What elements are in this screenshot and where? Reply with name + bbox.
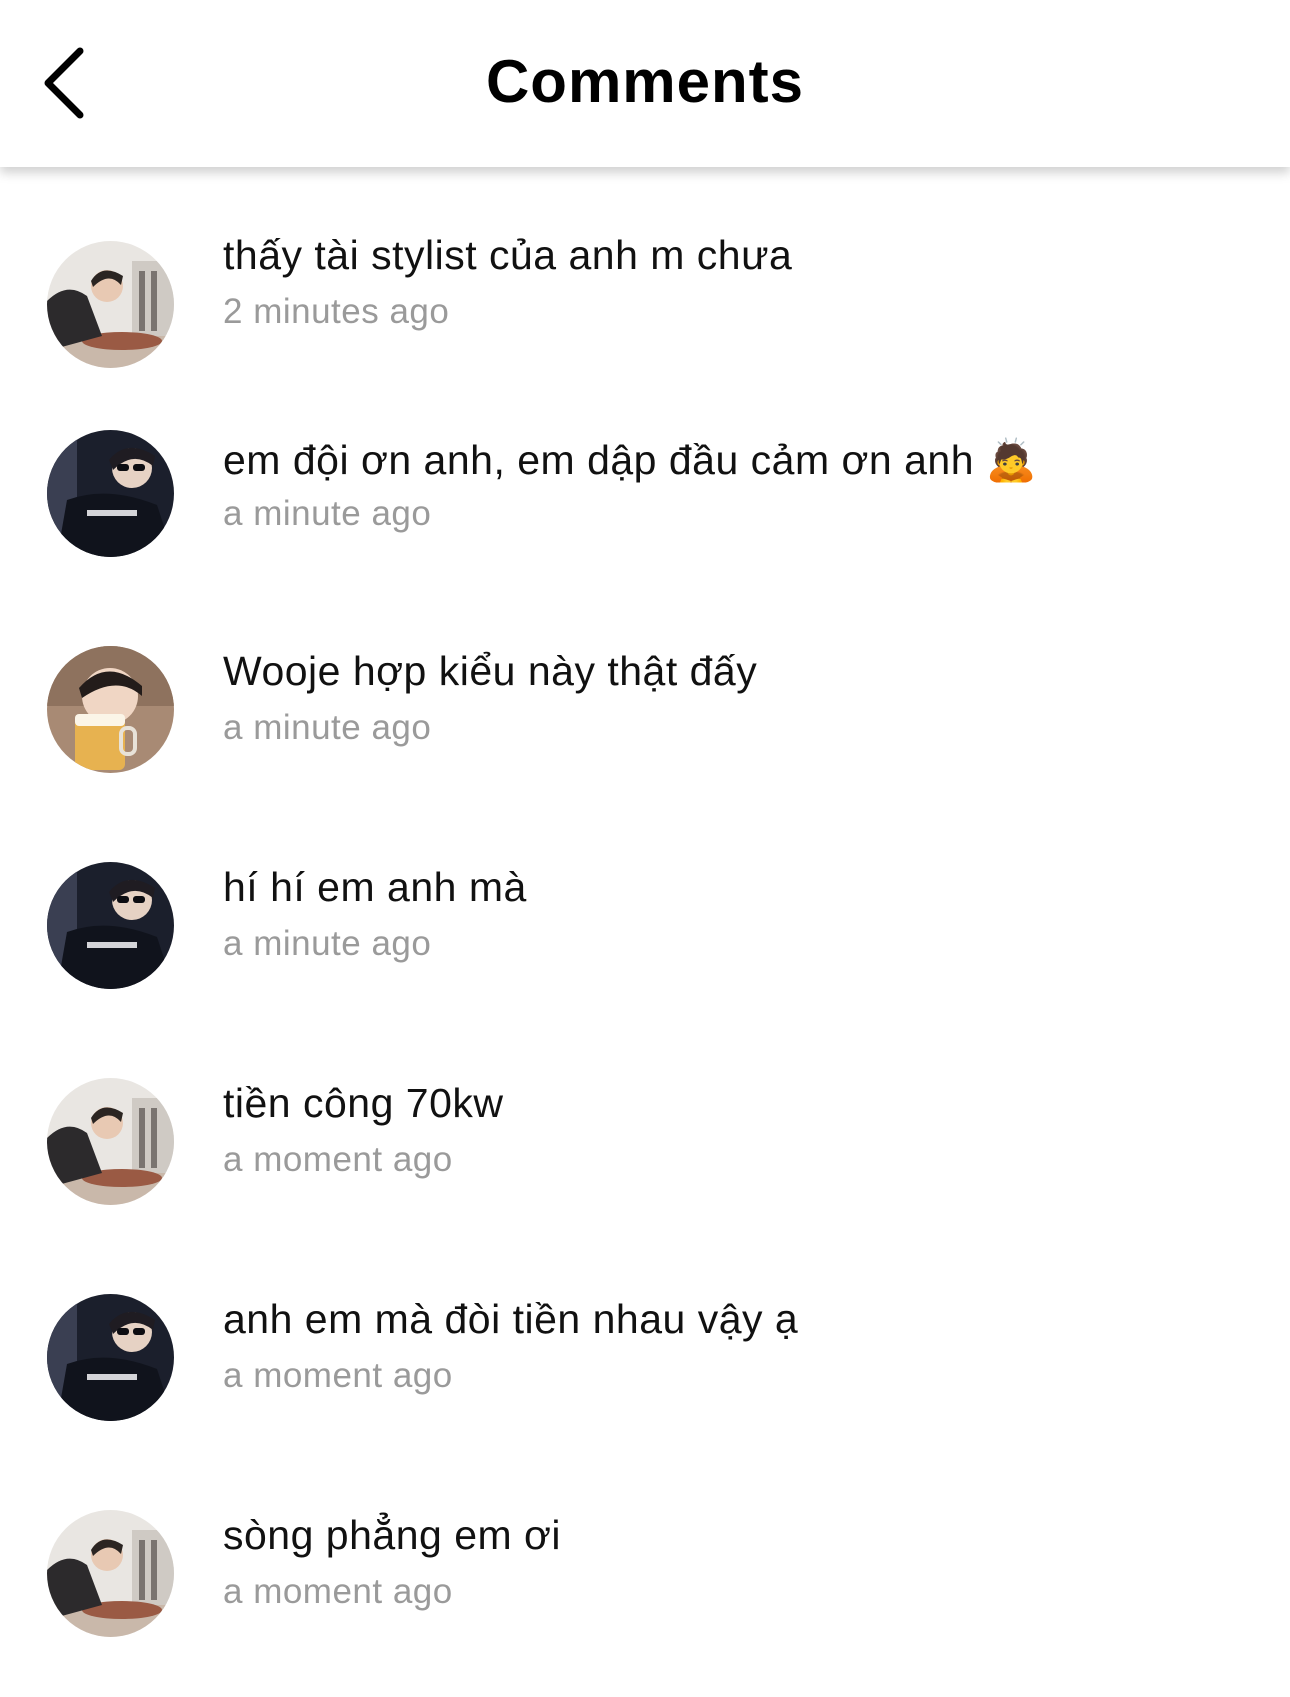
comment-text: thấy tài stylist của anh m chưa — [223, 232, 793, 278]
comment-text: hí hí em anh mà — [223, 864, 527, 910]
avatar[interactable] — [47, 1078, 174, 1205]
comment-timestamp: a moment ago — [223, 1572, 453, 1611]
comment-text: em đội ơn anh, em dập đầu cảm ơn anh 🙇 — [223, 437, 1038, 483]
page-title: Comments — [485, 48, 805, 115]
comment-text: sòng phẳng em ơi — [223, 1512, 562, 1558]
avatar[interactable] — [47, 1510, 174, 1637]
avatar-photo-sunglasses — [47, 862, 174, 989]
comment-item[interactable]: sòng phẳng em ơi a moment ago — [0, 1492, 1290, 1692]
avatar-photo-sunglasses — [47, 1294, 174, 1421]
avatar[interactable] — [47, 1294, 174, 1421]
avatar-photo-office — [47, 1510, 174, 1637]
comment-timestamp: a minute ago — [223, 924, 432, 963]
avatar[interactable] — [47, 430, 174, 557]
comment-item[interactable]: tiền công 70kw a moment ago — [0, 1060, 1290, 1260]
comment-item[interactable]: em đội ơn anh, em dập đầu cảm ơn anh 🙇 a… — [0, 412, 1290, 612]
avatar-photo-sunglasses — [47, 430, 174, 557]
avatar-photo-beer — [47, 646, 174, 773]
avatar[interactable] — [47, 862, 174, 989]
comment-text: tiền công 70kw — [223, 1080, 504, 1126]
comment-timestamp: a moment ago — [223, 1140, 453, 1179]
comment-timestamp: a minute ago — [223, 494, 432, 533]
avatar-photo-office — [47, 241, 174, 368]
comment-text: anh em mà đòi tiền nhau vậy ạ — [223, 1296, 799, 1342]
comment-item[interactable]: Wooje hợp kiểu này thật đấy a minute ago — [0, 628, 1290, 828]
comment-item[interactable]: anh em mà đòi tiền nhau vậy ạ a moment a… — [0, 1276, 1290, 1476]
comment-item[interactable]: thấy tài stylist của anh m chưa 2 minute… — [0, 197, 1290, 397]
comment-timestamp: 2 minutes ago — [223, 292, 450, 331]
comment-text: Wooje hợp kiểu này thật đấy — [223, 648, 758, 694]
avatar[interactable] — [47, 241, 174, 368]
avatar-photo-office — [47, 1078, 174, 1205]
comment-timestamp: a moment ago — [223, 1356, 453, 1395]
comment-item[interactable]: hí hí em anh mà a minute ago — [0, 844, 1290, 1044]
avatar[interactable] — [47, 646, 174, 773]
comment-timestamp: a minute ago — [223, 708, 432, 747]
header-bar: Comments — [0, 0, 1290, 167]
